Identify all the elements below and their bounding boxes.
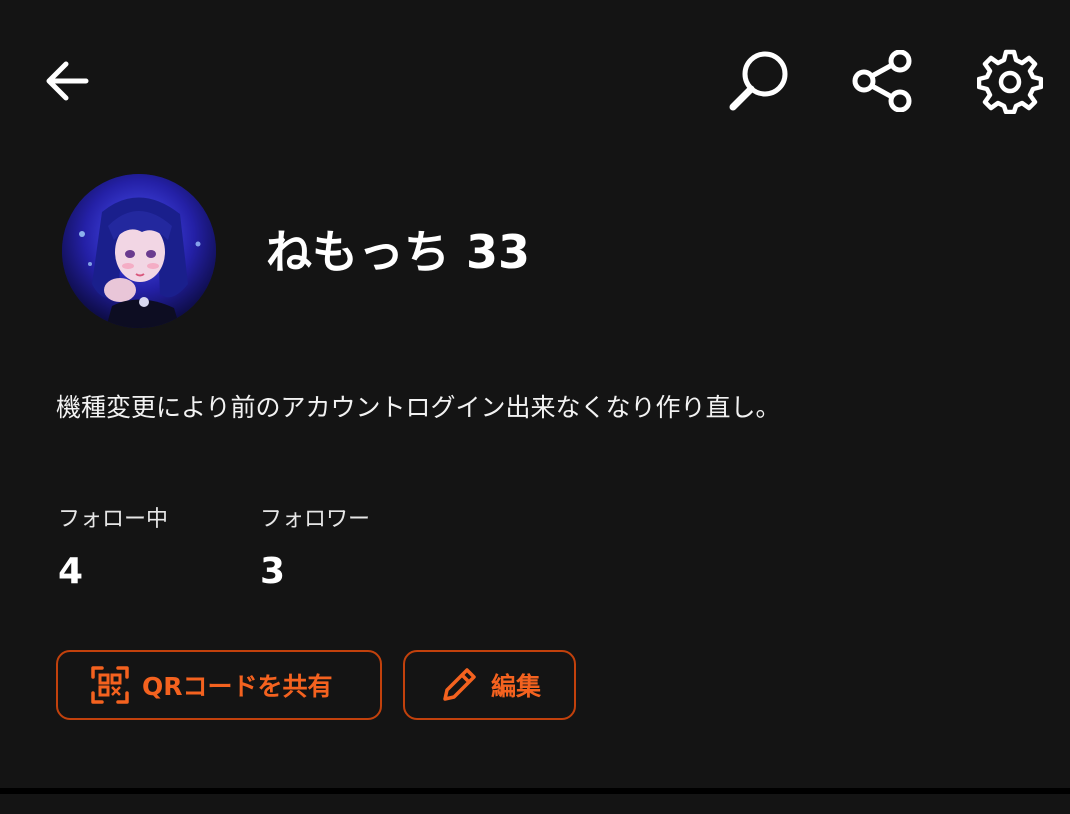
search-icon	[729, 51, 788, 111]
followers-stat[interactable]: フォロワー 3	[260, 500, 370, 604]
share-icon	[852, 50, 912, 112]
profile-bio: 機種変更により前のアカウントログイン出来なくなり作り直し。	[56, 393, 781, 422]
username: ねもっち 33	[266, 225, 531, 279]
following-label: フォロー中	[58, 507, 169, 532]
bottom-area	[0, 794, 1070, 814]
search-button[interactable]	[722, 48, 794, 114]
pencil-icon	[439, 665, 479, 705]
edit-label: 編集	[491, 672, 542, 701]
qr-code-icon	[90, 665, 130, 705]
share-button[interactable]	[846, 48, 918, 114]
user-avatar[interactable]	[62, 174, 216, 328]
arrow-left-icon	[46, 61, 89, 101]
following-stat[interactable]: フォロー中 4	[58, 500, 168, 604]
following-count: 4	[58, 551, 84, 592]
share-qr-label: QRコードを共有	[142, 672, 333, 701]
edit-profile-button[interactable]: 編集	[403, 650, 576, 720]
back-button[interactable]	[38, 52, 96, 110]
gear-icon	[977, 49, 1043, 114]
followers-label: フォロワー	[260, 507, 371, 532]
followers-count: 3	[260, 551, 286, 592]
settings-button[interactable]	[974, 46, 1046, 116]
share-qr-button[interactable]: QRコードを共有	[56, 650, 382, 720]
top-bar	[0, 0, 1070, 150]
